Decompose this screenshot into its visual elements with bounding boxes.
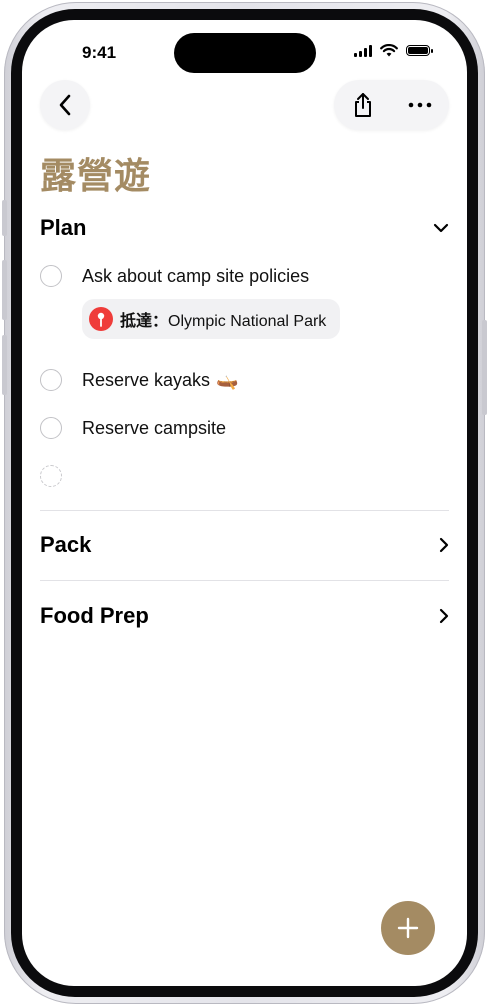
new-task-row[interactable]: [40, 465, 62, 487]
side-button-action: [2, 200, 7, 236]
location-pin-icon: [89, 307, 113, 331]
back-chevron-icon: [59, 94, 71, 116]
location-prefix: 抵達：: [120, 313, 169, 330]
section-label: Plan: [40, 215, 87, 240]
plus-icon: [397, 917, 419, 939]
section-header-pack[interactable]: Pack: [40, 528, 449, 562]
task-text[interactable]: Reserve kayaks 🛶: [82, 370, 238, 391]
side-button-volume-up: [2, 260, 7, 320]
add-button[interactable]: [381, 901, 435, 955]
new-task-placeholder-circle[interactable]: [40, 465, 62, 487]
task-checkbox[interactable]: [40, 417, 62, 439]
more-icon: [408, 102, 432, 108]
location-text: 抵達：Olympic National Park: [120, 307, 326, 331]
section-label: Food Prep: [40, 603, 149, 628]
screen: 9:41 露營遊 Plan Ask about camp site polici…: [22, 20, 467, 986]
task-checkbox[interactable]: [40, 265, 62, 287]
canoe-emoji: 🛶: [216, 369, 239, 390]
chevron-right-icon: [439, 537, 449, 553]
divider: [40, 580, 449, 581]
list-title: 露營遊: [40, 155, 152, 196]
chevron-down-icon: [433, 223, 449, 233]
divider: [40, 510, 449, 511]
task-row: Reserve kayaks 🛶: [40, 369, 238, 391]
side-button-volume-down: [2, 335, 7, 395]
back-button[interactable]: [40, 80, 90, 130]
task-row: Reserve campsite: [40, 417, 226, 439]
location-name: Olympic National Park: [168, 313, 327, 330]
section-header-food-prep[interactable]: Food Prep: [40, 599, 449, 633]
chevron-right-icon: [439, 608, 449, 624]
cellular-signal-icon: [354, 44, 372, 57]
more-button[interactable]: [400, 85, 440, 125]
task-row: Ask about camp site policies: [40, 265, 309, 287]
status-time: 9:41: [82, 43, 117, 62]
actions-pill: [334, 80, 449, 130]
share-button[interactable]: [343, 85, 383, 125]
status-icons: [354, 44, 433, 57]
task-checkbox[interactable]: [40, 369, 62, 391]
section-header-plan[interactable]: Plan: [40, 211, 449, 245]
battery-icon: [406, 45, 433, 56]
side-button-power: [482, 320, 487, 415]
location-chip[interactable]: 抵達：Olympic National Park: [82, 299, 341, 339]
dynamic-island: [174, 33, 316, 73]
task-text[interactable]: Reserve campsite: [82, 418, 226, 439]
wifi-icon: [380, 44, 398, 57]
section-label: Pack: [40, 532, 92, 557]
share-icon: [354, 93, 371, 117]
task-text[interactable]: Ask about camp site policies: [82, 266, 309, 287]
